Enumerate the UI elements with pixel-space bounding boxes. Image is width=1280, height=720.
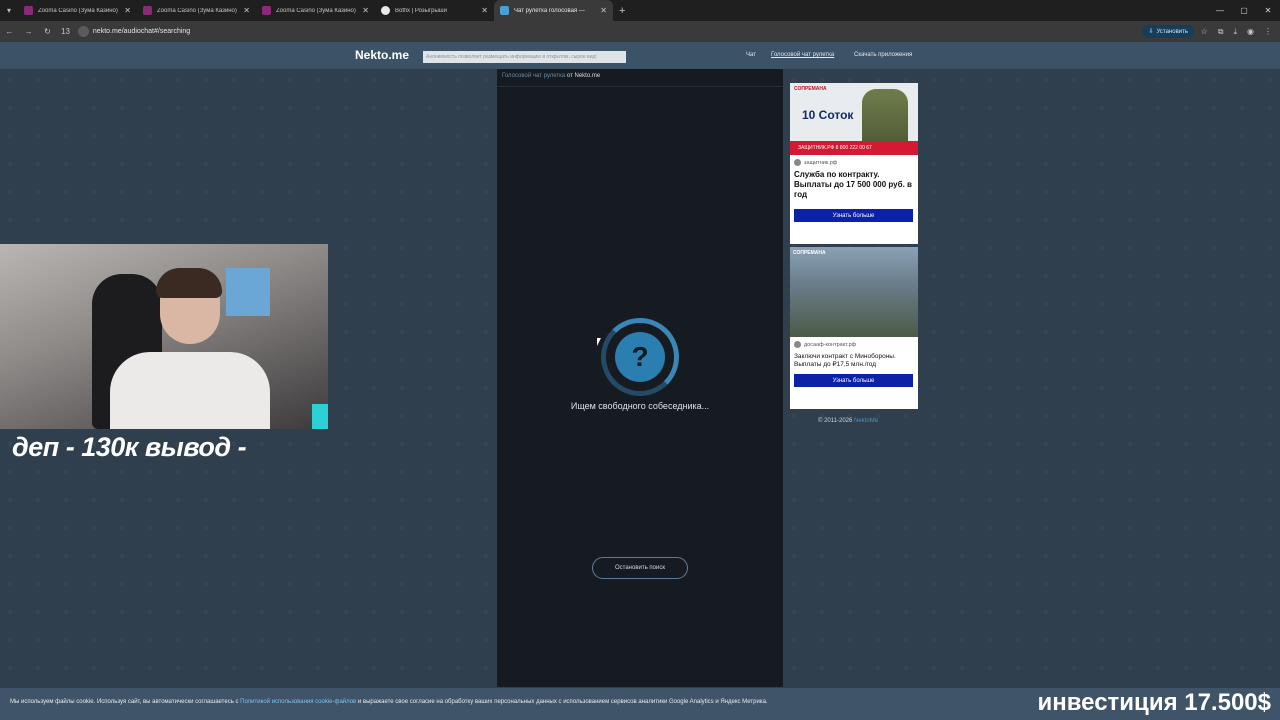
window-controls: — ▢ ✕ (1208, 0, 1280, 21)
download-icon[interactable]: ⤓ (1233, 27, 1237, 37)
ad-learn-more-button[interactable]: Узнать больше (794, 374, 913, 387)
browser-tab[interactable]: Botfix | Розыгрыши ✕ (375, 0, 494, 21)
chat-breadcrumb: Голосовой чат рулетка от Nekto.me (497, 69, 783, 87)
led-light (312, 404, 328, 429)
search-spinner: ? (601, 318, 679, 396)
source-icon (794, 159, 801, 166)
ad-headline[interactable]: Заключи контракт с Минобороны. Выплаты д… (794, 353, 916, 369)
url-text[interactable]: nekto.me/audiochat#/searching (93, 28, 190, 35)
toolbar-right-icons: ☆ ⧉ ⤓ ◉ ⋮ (1201, 21, 1272, 42)
tab-title: Zooma Casino (Зума Казино) o (157, 7, 239, 14)
cookie-policy-link[interactable]: Политикой использования cookie-файлов (240, 699, 356, 705)
question-icon: ? (615, 332, 665, 382)
zooma-favicon-icon (143, 6, 152, 15)
nav-download-apps[interactable]: Скачать приложения (854, 52, 912, 58)
ad-headline[interactable]: Служба по контракту. Выплаты до 17 500 0… (794, 170, 916, 200)
stream-invest-overlay: инвестиция 17.500$ (1037, 689, 1271, 716)
stop-search-button[interactable]: Остановить поиск (592, 557, 688, 579)
ad-banner-tag: СОПРЕМАНА (793, 250, 826, 256)
browser-tab[interactable]: Zooma Casino (Зума Казино) o ✕ (18, 0, 137, 21)
close-tab-icon[interactable]: ✕ (124, 6, 131, 15)
tab-search-button[interactable]: ▾ (0, 0, 18, 21)
copyright-text: © 2011-2026 (818, 418, 853, 424)
menu-icon[interactable]: ⋮ (1264, 27, 1272, 36)
install-label: Установить (1156, 28, 1189, 35)
tab-title: Botfix | Розыгрыши (395, 7, 447, 14)
close-tab-icon[interactable]: ✕ (600, 6, 607, 15)
install-app-button[interactable]: ⇩ Установить (1142, 25, 1194, 38)
nav-voice-chat[interactable]: Голосовой чат рулетка (771, 52, 834, 58)
search-status: Ищем свободного собеседника... (570, 401, 710, 411)
bookmark-star-icon[interactable]: ☆ (1201, 27, 1208, 36)
extensions-icon[interactable]: ⧉ (1218, 27, 1224, 37)
browser-tab[interactable]: Zooma Casino (Зума Казино) o ✕ (137, 0, 256, 21)
tab-title: Zooma Casino (Зума Казино) o (276, 7, 358, 14)
ad-learn-more-button[interactable]: Узнать больше (794, 209, 913, 222)
site-info-icon[interactable] (77, 26, 89, 37)
address-bar[interactable]: nekto.me/audiochat#/searching (77, 26, 190, 37)
soldier-image (862, 89, 908, 149)
close-tab-icon[interactable]: ✕ (362, 6, 369, 15)
streamer-hair (156, 268, 222, 298)
ad-banner-strip: ЗАЩИТНИК.РФ 8 800 222 00 67 (790, 141, 918, 155)
browser-tab-active[interactable]: Чат рулетка голосовая — ✕ (494, 0, 613, 21)
browser-tab-strip: ▾ Zooma Casino (Зума Казино) o ✕ Zooma Ca… (0, 0, 1280, 21)
anon-note: Анонимность позволяет размещать информац… (423, 51, 626, 63)
forward-icon[interactable]: → (23, 27, 34, 36)
nekto-favicon-icon (500, 6, 509, 15)
ad-card[interactable]: СОПРЕМАНА досааф-контракт.рф Заключи кон… (790, 247, 918, 409)
close-tab-icon[interactable]: ✕ (243, 6, 250, 15)
tab-title: Zooma Casino (Зума Казино) o (38, 7, 120, 14)
ad-photo[interactable]: СОПРЕМАНА (790, 247, 918, 337)
new-tab-button[interactable]: + (613, 5, 631, 17)
back-icon[interactable]: ← (4, 27, 15, 36)
ad-banner-headline: 10 Соток (802, 108, 854, 122)
cookie-text-before: Мы используем файлы cookie. Используя са… (10, 699, 239, 705)
browser-toolbar: ← → ↻ 13 nekto.me/audiochat#/searching ⇩… (0, 21, 1280, 42)
ad-source-label: досааф-контракт.рф (804, 341, 857, 348)
reload-icon[interactable]: ↻ (42, 27, 53, 36)
tv-screen (226, 268, 270, 316)
close-tab-icon[interactable]: ✕ (481, 6, 488, 15)
ad-banner-image[interactable]: СОПРЕМАНА 10 Соток ЗАЩИТНИК.РФ 8 800 222… (790, 83, 918, 155)
cookie-text-after: и выражаете свое согласие на обработку в… (357, 699, 768, 705)
maximize-icon[interactable]: ▢ (1232, 0, 1256, 21)
close-window-icon[interactable]: ✕ (1256, 0, 1280, 21)
ad-card[interactable]: СОПРЕМАНА 10 Соток ЗАЩИТНИК.РФ 8 800 222… (790, 83, 918, 244)
streamer-shirt (110, 352, 270, 429)
browser-tab[interactable]: Zooma Casino (Зума Казино) o ✕ (256, 0, 375, 21)
stream-caption: деп - 130к вывод - (12, 432, 247, 462)
profile-icon[interactable]: ◉ (1247, 27, 1254, 36)
site-logo[interactable]: Nekto.me (355, 48, 409, 62)
site-header: Nekto.me Анонимность позволяет размещать… (0, 42, 1280, 69)
chat-panel: Голосовой чат рулетка от Nekto.me ? Ищем… (497, 69, 783, 687)
minimize-icon[interactable]: — (1208, 0, 1232, 21)
voice-chat-link[interactable]: Голосовой чат рулетка (502, 73, 565, 79)
copyright: © 2011-2026 NektoMe (818, 418, 878, 424)
webcam-overlay (0, 244, 328, 429)
zooma-favicon-icon (24, 6, 33, 15)
ad-banner-tag: СОПРЕМАНА (794, 86, 827, 92)
source-icon (794, 341, 801, 348)
nav-chat[interactable]: Чат (746, 52, 756, 58)
chat-head-suffix: от Nekto.me (566, 73, 601, 79)
tab-title: Чат рулетка голосовая — (514, 7, 585, 14)
botfix-favicon-icon (381, 6, 390, 15)
ad-source[interactable]: защитник.рф (794, 159, 837, 166)
zooma-favicon-icon (262, 6, 271, 15)
mouse-cursor-icon (597, 338, 601, 346)
ad-source[interactable]: досааф-контракт.рф (794, 341, 856, 348)
install-icon: ⇩ (1148, 29, 1154, 35)
copyright-link[interactable]: NektoMe (854, 418, 878, 424)
ad-source-label: защитник.рф (804, 159, 838, 166)
tab-count: 13 (61, 27, 70, 36)
